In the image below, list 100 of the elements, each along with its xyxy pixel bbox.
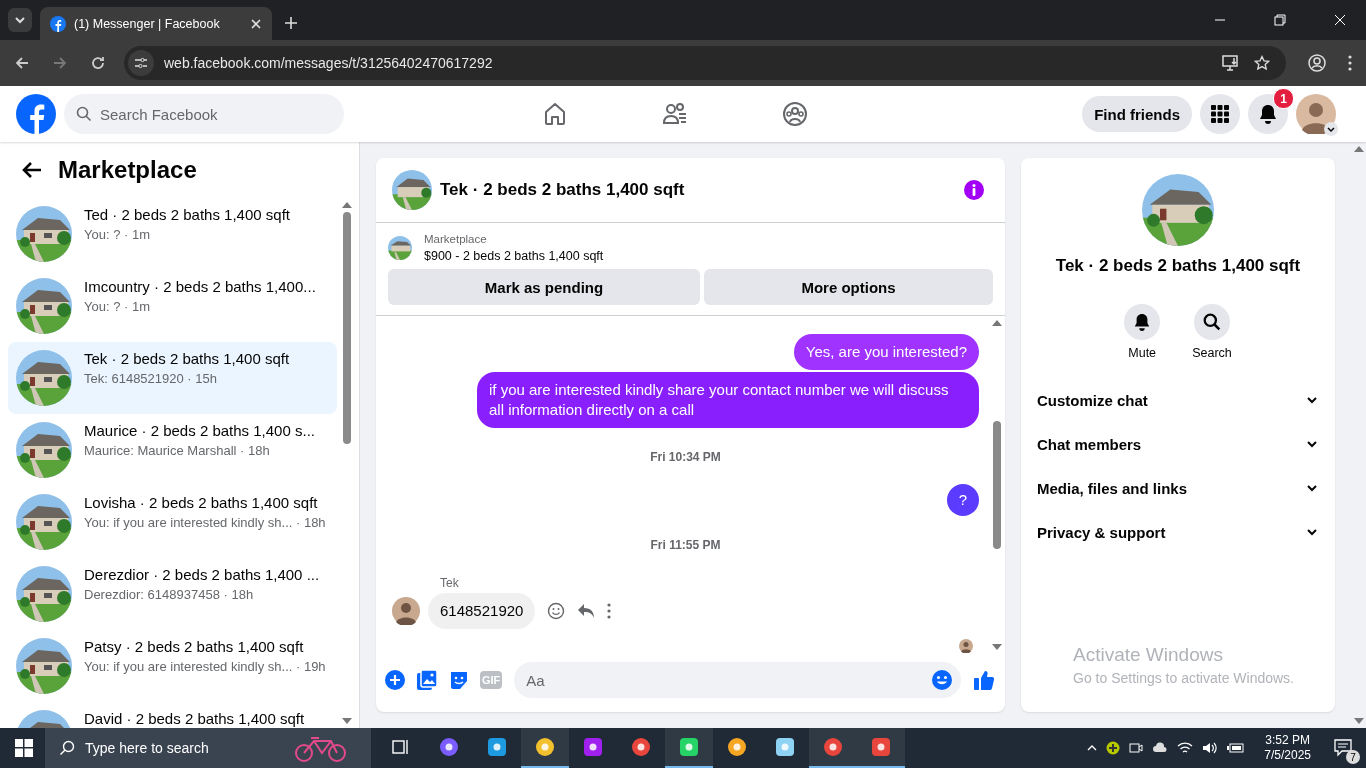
emoji-icon[interactable]	[547, 602, 566, 620]
seen-avatar-icon	[959, 639, 973, 653]
back-icon[interactable]	[14, 55, 30, 71]
more-icon[interactable]	[607, 603, 612, 619]
section-label: Customize chat	[1037, 391, 1148, 409]
conversation-title: Derezdior · 2 beds 2 baths 1,400 ...	[84, 566, 320, 583]
menu-icon[interactable]	[1348, 55, 1352, 71]
taskbar-app-button[interactable]	[665, 728, 713, 768]
sticker-icon[interactable]	[448, 669, 470, 691]
notification-count: 7	[1346, 750, 1360, 764]
sent-message: Yes, are you interested?	[793, 334, 979, 370]
action-label: Search	[1192, 346, 1232, 360]
speaker-icon[interactable]	[1202, 741, 1219, 755]
close-icon[interactable]	[250, 17, 262, 30]
conversation-title: Patsy · 2 beds 2 baths 1,400 sqft	[84, 638, 305, 655]
bell-icon	[1133, 313, 1152, 331]
menu-button[interactable]	[1200, 94, 1240, 134]
section-label: Media, files and links	[1037, 479, 1188, 497]
message-field[interactable]: Aa	[514, 662, 961, 698]
conversation-title: Imcountry · 2 beds 2 baths 1,400...	[84, 278, 316, 295]
app-icon	[870, 736, 892, 758]
more-options-button[interactable]: More options	[704, 269, 993, 305]
conversation-preview: You: ? · 1m	[84, 227, 151, 242]
mute-button[interactable]	[1124, 304, 1161, 340]
taskbar-search-field[interactable]: Type here to search	[45, 728, 371, 768]
conversation-preview: Maurice: Maurice Marshall · 18h	[84, 443, 271, 458]
chevron-down-icon	[1324, 122, 1338, 136]
reply-icon[interactable]	[577, 603, 596, 619]
browser-tab[interactable]: (1) Messenger | Facebook	[40, 7, 272, 40]
tune-icon	[134, 56, 148, 70]
sender-name: Tek	[440, 576, 460, 590]
section-header[interactable]: Privacy & support	[1037, 510, 1319, 554]
app-icon	[726, 736, 748, 758]
profile-icon[interactable]	[1308, 54, 1326, 72]
battery-icon[interactable]	[1227, 742, 1246, 754]
groups-icon[interactable]	[782, 101, 808, 127]
chevron-down-icon	[14, 14, 26, 26]
tab-list-button[interactable]	[8, 8, 32, 32]
section-label: Chat members	[1037, 435, 1142, 453]
taskbar-app-button[interactable]	[857, 728, 905, 768]
windows-logo-icon[interactable]	[15, 739, 33, 757]
section-header[interactable]: Customize chat	[1037, 378, 1319, 422]
cloud-icon[interactable]	[1152, 741, 1169, 755]
tab-title: (1) Messenger | Facebook	[74, 16, 221, 31]
new-tab-icon[interactable]	[284, 16, 298, 30]
notification-center-button[interactable]: 7	[1330, 734, 1358, 762]
url-text: web.facebook.com/messages/t/31256402470617292	[164, 55, 493, 71]
address-bar[interactable]: web.facebook.com/messages/t/31256402470617292	[124, 46, 1286, 80]
app-icon	[438, 736, 460, 758]
back-arrow-icon[interactable]	[22, 161, 42, 179]
facebook-logo-icon[interactable]	[16, 94, 56, 134]
taskbar-app-button[interactable]	[521, 728, 569, 768]
conversation-item[interactable]: Derezdior · 2 beds 2 baths 1,400 ... Derezdior: 6148937458 · 18h	[8, 558, 337, 630]
search-icon	[59, 740, 75, 756]
search-button[interactable]	[1194, 304, 1230, 340]
plus-icon[interactable]	[384, 669, 406, 691]
notification-badge: 1	[1273, 88, 1294, 109]
mark-pending-button[interactable]: Mark as pending	[388, 269, 700, 305]
app-icon	[534, 736, 556, 758]
grid-icon	[1210, 104, 1230, 124]
conversation-item[interactable]: Imcountry · 2 beds 2 baths 1,400... You: ? · 1m	[8, 270, 337, 342]
thumbs-up-icon[interactable]	[973, 669, 995, 691]
info-icon[interactable]	[963, 179, 985, 201]
find-friends-button[interactable]: Find friends	[1082, 96, 1192, 132]
conversation-item[interactable]: Lovisha · 2 beds 2 baths 1,400 sqft You: if you are interested kindly sh... · 18h	[8, 486, 337, 558]
forward-icon[interactable]	[52, 55, 68, 71]
app-icon	[630, 736, 652, 758]
restore-icon[interactable]	[1274, 14, 1286, 26]
wifi-icon[interactable]	[1177, 741, 1194, 755]
conversation-item[interactable]: Ted · 2 beds 2 baths 1,400 sqft You: ? · 1m	[8, 198, 337, 270]
notifications-button[interactable]	[1248, 94, 1288, 134]
action-label: Mute	[1128, 346, 1157, 360]
facebook-logo-icon	[50, 15, 66, 32]
camera-icon[interactable]	[1129, 741, 1144, 755]
site-info-button[interactable]	[128, 50, 154, 76]
conversation-item[interactable]: Tek · 2 beds 2 baths 1,400 sqft Tek: 6148521920 · 15h	[8, 342, 337, 414]
conversation-name: Tek · 2 beds 2 baths 1,400 sqft	[1055, 256, 1301, 276]
conversation-item[interactable]: Maurice · 2 beds 2 baths 1,400 s... Maurice: Maurice Marshall · 18h	[8, 414, 337, 486]
listing-label: Marketplace	[424, 233, 488, 245]
home-icon[interactable]	[542, 101, 568, 127]
install-app-icon[interactable]	[1222, 55, 1240, 71]
chevron-up-icon[interactable]	[1087, 743, 1098, 753]
section-label: Privacy & support	[1037, 523, 1166, 541]
conversation-preview: Tek: 6148521920 · 15h	[84, 371, 218, 386]
emoji-icon[interactable]	[931, 669, 953, 691]
sent-message: ?	[947, 484, 979, 516]
image-icon[interactable]	[416, 669, 438, 691]
taskbar-app-button[interactable]	[809, 728, 857, 768]
search-field[interactable]: Search Facebook	[64, 94, 344, 134]
section-header[interactable]: Media, files and links	[1037, 466, 1319, 510]
section-header[interactable]: Chat members	[1037, 422, 1319, 466]
reload-icon[interactable]	[90, 55, 106, 71]
conversation-item[interactable]: Patsy · 2 beds 2 baths 1,400 sqft You: if you are interested kindly sh... · 19h	[8, 630, 337, 702]
star-icon[interactable]	[1254, 55, 1270, 71]
tray-app-icon[interactable]	[1106, 741, 1121, 755]
friends-icon[interactable]	[662, 101, 688, 127]
conversation-preview: Derezdior: 6148937458 · 18h	[84, 587, 255, 602]
conversation-title: Maurice · 2 beds 2 baths 1,400 s...	[84, 422, 315, 439]
app-icon	[582, 736, 604, 758]
account-button[interactable]	[1296, 94, 1336, 134]
